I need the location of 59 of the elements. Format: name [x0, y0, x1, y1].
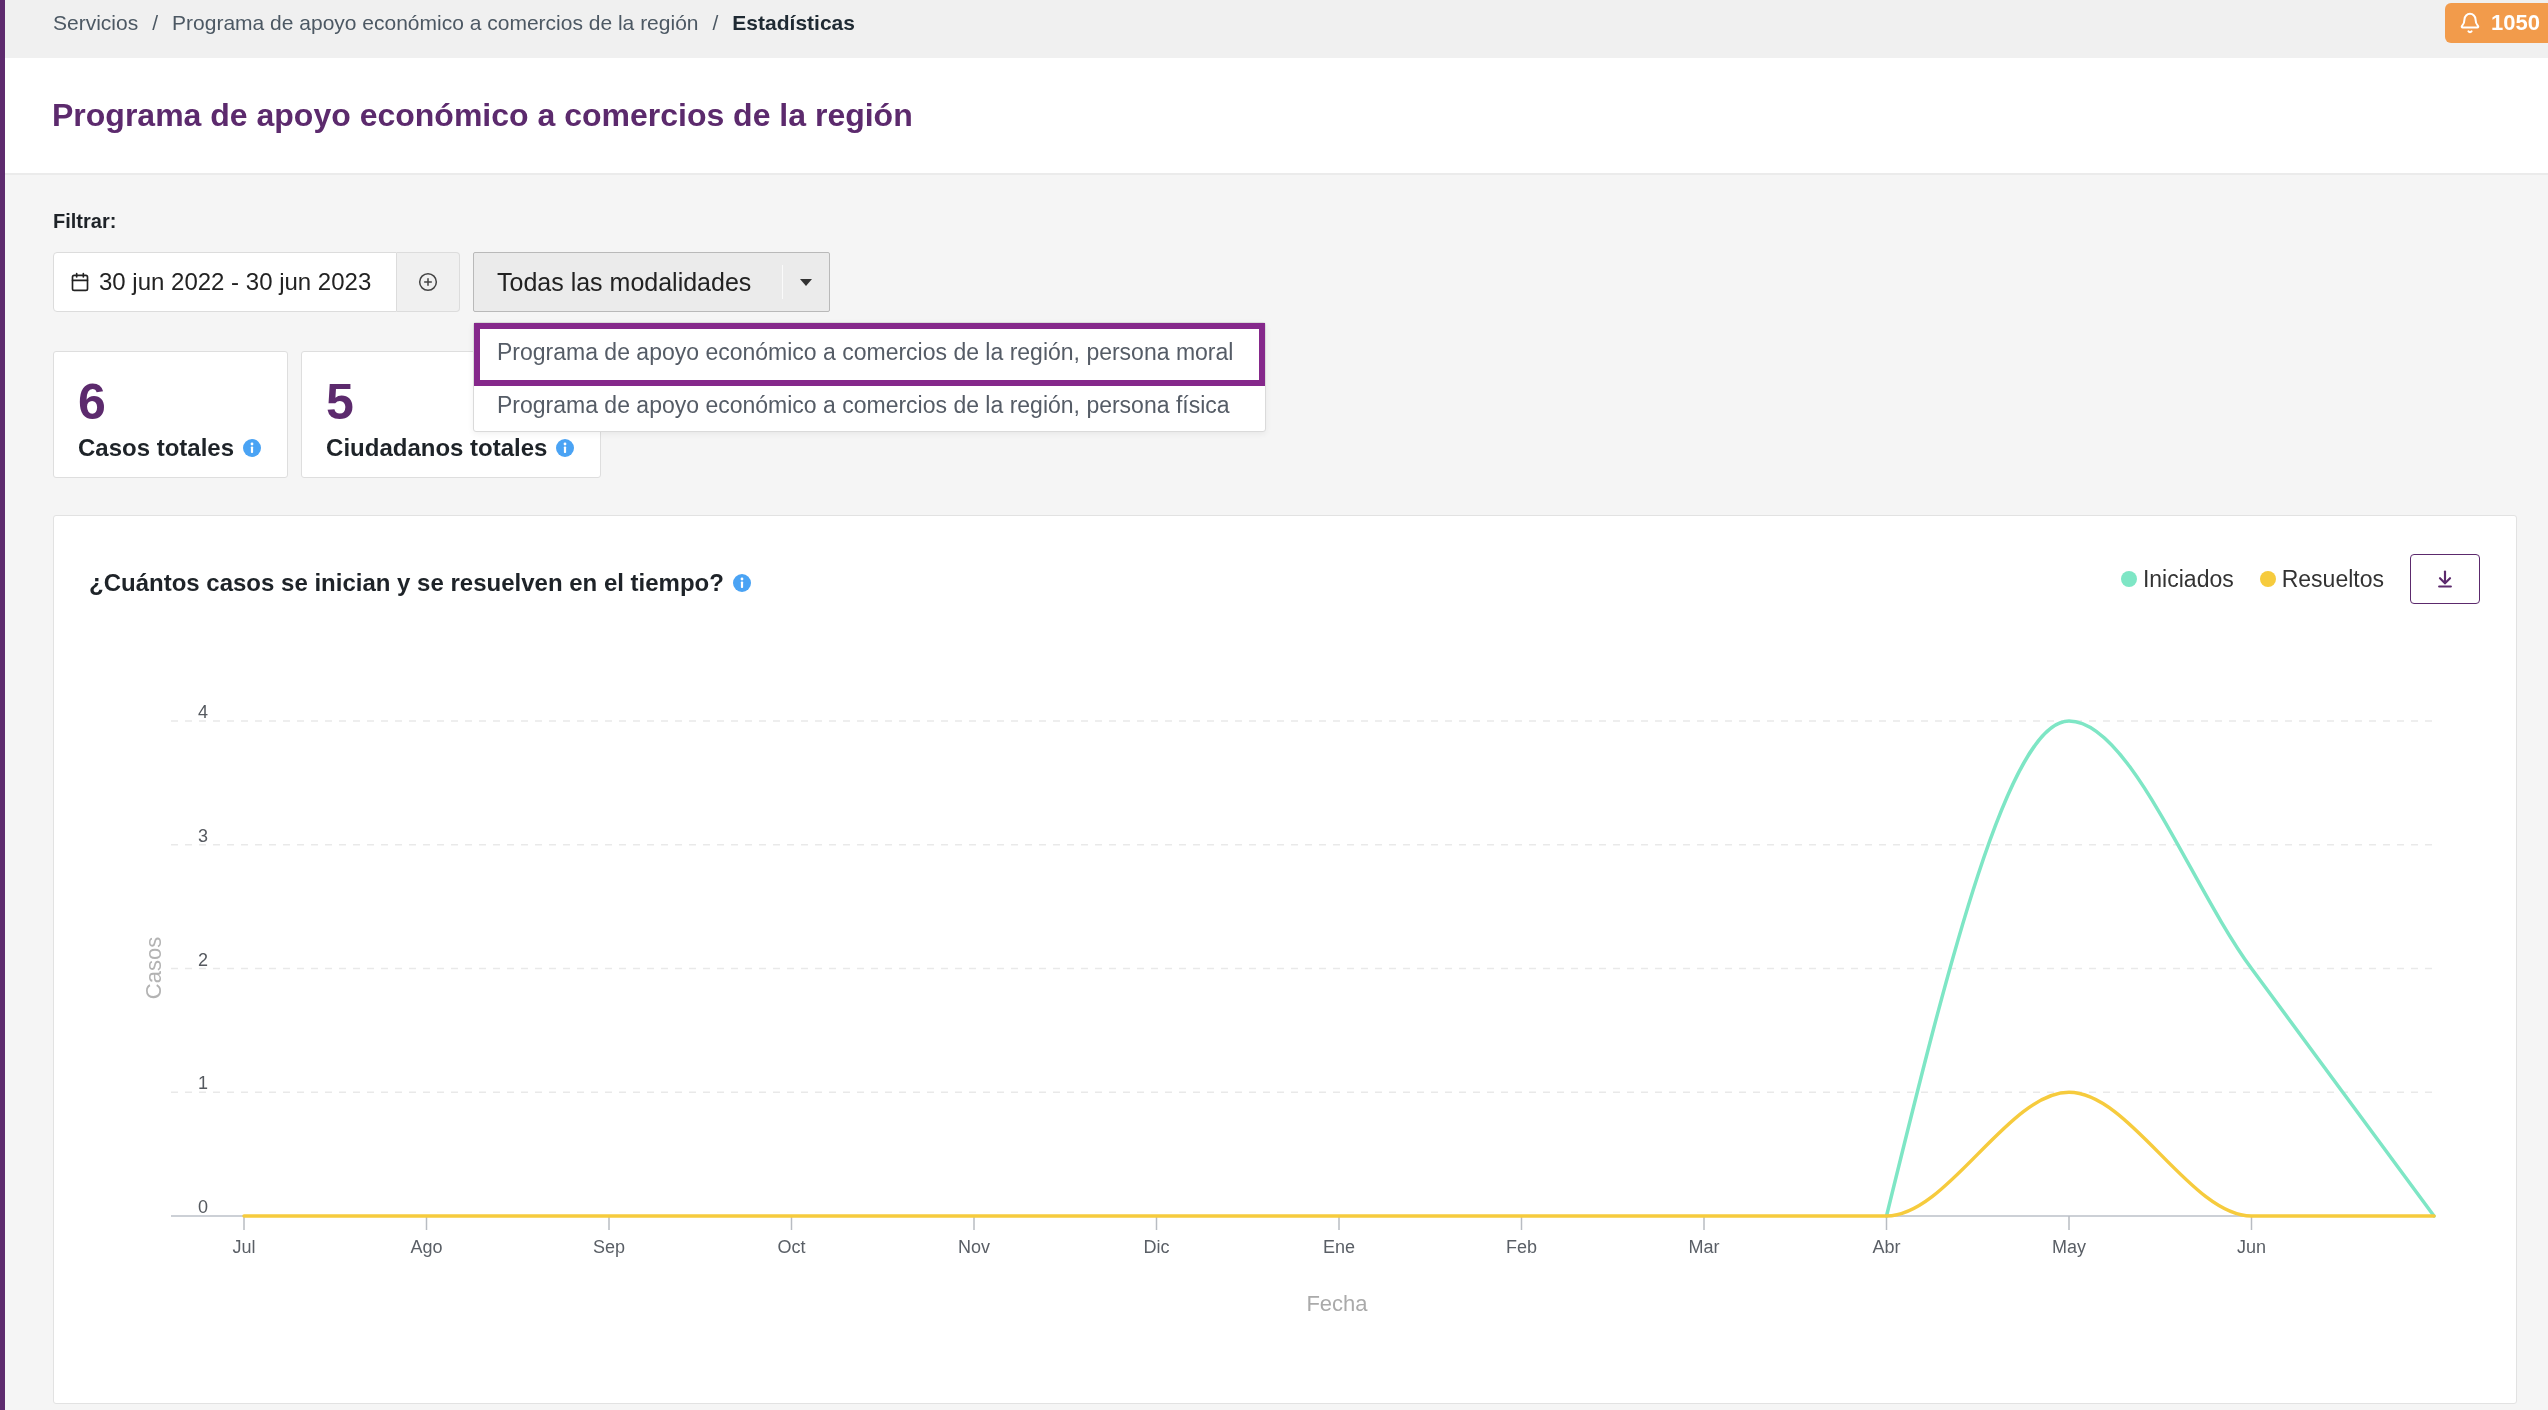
- filter-label: Filtrar:: [53, 209, 117, 233]
- chart-title: ¿Cuántos casos se inician y se resuelven en el tiempo?: [89, 569, 724, 597]
- dropdown-option[interactable]: Programa de apoyo económico a comercios de la región, persona moral: [474, 323, 1265, 386]
- info-icon: [732, 574, 751, 592]
- y-axis-title: Casos: [141, 936, 166, 1000]
- x-tick-mark: [973, 1215, 975, 1231]
- stat-label: Ciudadanos totales: [326, 434, 548, 462]
- breadcrumb-link[interactable]: Programa de apoyo económico a comercios de la región: [172, 11, 699, 35]
- plus-circle-icon: [418, 272, 438, 292]
- x-tick-label: Nov: [958, 1237, 990, 1257]
- x-tick-mark: [2068, 1215, 2070, 1231]
- x-tick-label: May: [2052, 1237, 2086, 1257]
- x-tick-mark: [1520, 1215, 1523, 1231]
- y-tick-label: 4: [198, 702, 208, 722]
- info-icon: [556, 439, 575, 457]
- x-tick-mark: [243, 1215, 245, 1231]
- breadcrumb-separator: /: [712, 11, 719, 35]
- x-tick-mark: [790, 1215, 793, 1231]
- dropdown-option[interactable]: Programa de apoyo económico a comercios de la región, persona física: [474, 386, 1265, 431]
- x-tick-label: Oct: [777, 1237, 806, 1257]
- legend-label: Resueltos: [2281, 565, 2384, 593]
- y-tick-label: 1: [198, 1073, 208, 1094]
- x-tick-mark: [608, 1215, 610, 1231]
- caret-icon: [800, 278, 812, 286]
- current-page-label: Estadísticas: [732, 11, 855, 35]
- legend-label: Iniciados: [2142, 565, 2234, 593]
- x-tick-mark: [1155, 1215, 1158, 1231]
- stat-value: 6: [78, 374, 106, 430]
- breadcrumb-link[interactable]: Servicios: [53, 11, 139, 35]
- x-tick-label: Abr: [1872, 1237, 1901, 1257]
- modality-dropdown[interactable]: Todas las modalidades: [473, 252, 830, 312]
- y-tick-label: 3: [198, 825, 208, 846]
- add-date-button[interactable]: [397, 252, 460, 312]
- x-tick-label: Ago: [410, 1237, 443, 1257]
- x-tick-label: Jul: [232, 1237, 256, 1257]
- download-icon: [2435, 569, 2455, 589]
- x-tick-label: Ene: [1323, 1237, 1355, 1257]
- x-tick-label: Dic: [1143, 1237, 1170, 1257]
- x-tick-mark: [425, 1215, 428, 1231]
- x-axis-title: Fecha: [1306, 1291, 1368, 1316]
- x-tick-label: Feb: [1506, 1237, 1537, 1257]
- download-button[interactable]: [2410, 554, 2480, 604]
- date-range-field[interactable]: 30 jun 2022 - 30 jun 2023: [53, 252, 397, 312]
- x-tick-mark: [1885, 1215, 1888, 1231]
- x-tick-mark: [1703, 1215, 1705, 1231]
- page-title: Programa de apoyo económico a comercios de la región: [52, 97, 913, 134]
- info-icon: [243, 439, 262, 457]
- stat-label: Casos totales: [78, 434, 235, 462]
- calendar-icon: [70, 272, 90, 292]
- x-tick-label: Sep: [593, 1237, 625, 1257]
- breadcrumb-separator: /: [152, 11, 159, 35]
- x-tick-label: Mar: [1688, 1237, 1720, 1257]
- bell-icon: [2459, 12, 2482, 34]
- x-tick-mark: [1338, 1215, 1340, 1231]
- y-tick-label: 0: [198, 1197, 208, 1217]
- y-tick-label: 2: [198, 949, 208, 970]
- x-tick-mark: [2250, 1215, 2253, 1231]
- x-tick-label: Jun: [2237, 1237, 2266, 1257]
- stat-value: 5: [326, 374, 354, 430]
